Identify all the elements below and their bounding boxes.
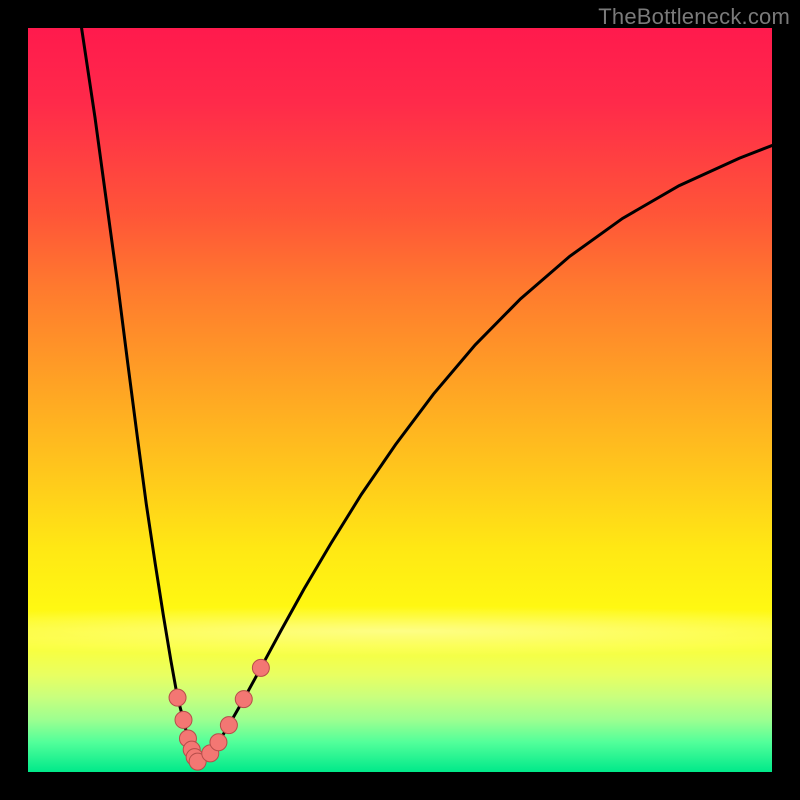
marker-layer bbox=[28, 28, 772, 772]
plot-area bbox=[28, 28, 772, 772]
chart-frame: TheBottleneck.com bbox=[0, 0, 800, 800]
data-marker bbox=[235, 691, 252, 708]
data-marker bbox=[210, 734, 227, 751]
data-marker bbox=[220, 717, 237, 734]
data-marker bbox=[252, 659, 269, 676]
data-marker bbox=[175, 711, 192, 728]
watermark-text: TheBottleneck.com bbox=[598, 4, 790, 30]
data-marker bbox=[169, 689, 186, 706]
